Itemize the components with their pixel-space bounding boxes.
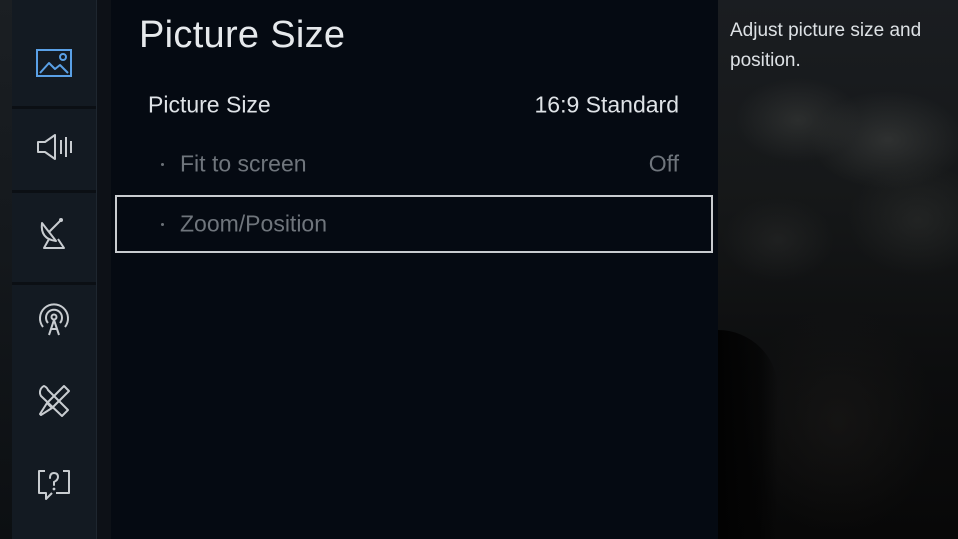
network-icon <box>39 303 69 336</box>
zoom-position-label: Zoom/Position <box>180 210 328 237</box>
picture-size-value: 16:9 Standard <box>534 91 679 118</box>
menu-divider <box>12 106 96 109</box>
broadcasting-icon <box>40 218 65 249</box>
fit-to-screen-value: Off <box>648 150 679 177</box>
menu-item-broadcasting[interactable] <box>12 198 96 268</box>
support-icon <box>38 470 70 500</box>
menu-item-picture[interactable] <box>12 28 96 98</box>
zoom-position-option[interactable]: Zoom/Position <box>115 195 713 253</box>
tv-settings-screen: Picture Size Picture Size 16:9 Standard … <box>0 0 958 539</box>
fit-to-screen-label: Fit to screen <box>180 150 307 177</box>
settings-category-menu <box>12 0 97 539</box>
help-info-panel: Adjust picture size and position. <box>718 0 958 539</box>
picture-size-label: Picture Size <box>148 91 271 118</box>
background-silhouette <box>718 330 778 539</box>
panel-gap <box>97 0 111 539</box>
menu-item-support[interactable] <box>12 450 96 520</box>
menu-item-general[interactable] <box>12 366 96 436</box>
picture-icon <box>36 49 72 77</box>
fit-to-screen-option[interactable]: Fit to screen Off <box>115 135 713 193</box>
menu-item-network[interactable] <box>12 284 96 354</box>
sound-icon <box>37 134 72 160</box>
menu-item-sound[interactable] <box>12 112 96 182</box>
help-description: Adjust picture size and position. <box>730 20 922 71</box>
menu-divider <box>12 190 96 193</box>
bullet-dot <box>161 223 164 226</box>
picture-size-panel: Picture Size Picture Size 16:9 Standard … <box>111 0 718 539</box>
background-edge <box>0 0 12 539</box>
bullet-dot <box>161 163 164 166</box>
page-title: Picture Size <box>139 14 346 56</box>
tools-icon <box>38 385 70 417</box>
picture-size-option[interactable]: Picture Size 16:9 Standard <box>115 76 713 134</box>
